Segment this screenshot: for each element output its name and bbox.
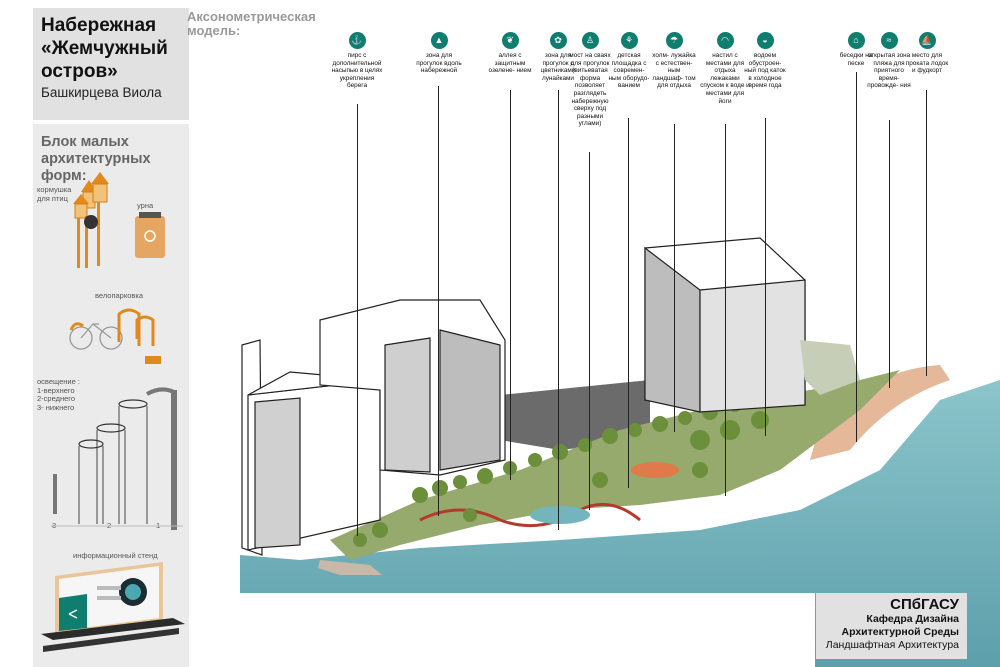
mountain-icon: ▲ xyxy=(430,32,448,49)
leader-line-pier xyxy=(357,104,358,536)
institution-name: СПбГАСУ xyxy=(890,596,959,613)
legend-item-hill: ☂ холм- лужайка с естествен- ным ландшаф… xyxy=(652,32,696,90)
walker-icon: ♙ xyxy=(581,32,599,49)
legend-text-promenade: зона для прогулок вдоль набережной xyxy=(416,52,462,75)
leader-line-deck xyxy=(725,124,726,496)
flower-icon: ✿ xyxy=(549,32,567,49)
boat-icon: ⛵ xyxy=(918,32,936,49)
department-line-2: Архитектурной Среды xyxy=(841,626,959,638)
umbrella-icon: ☂ xyxy=(665,32,683,49)
department-line-1: Кафедра Дизайна xyxy=(866,613,959,625)
playground xyxy=(631,462,679,478)
legend-text-playground: детская площадка с современ- ным оборудо… xyxy=(608,52,650,90)
legend-text-boats: место для проката лодок и фудкорт xyxy=(905,52,949,75)
legend-item-pond: ◒ водоем обустроен- ный под каток в холо… xyxy=(742,32,788,90)
legend-item-pier: ⚓ пирс с дополнительной насыпью в целях … xyxy=(330,32,384,90)
swing-icon: ⚘ xyxy=(620,32,638,49)
pond xyxy=(530,506,590,524)
skate-icon: ◒ xyxy=(756,32,774,49)
legend-item-playground: ⚘ детская площадка с современ- ным обору… xyxy=(608,32,650,90)
legend-text-bridge: мост на сваях для прогулок (витьеватая ф… xyxy=(569,52,611,128)
legend-item-bridge: ♙ мост на сваях для прогулок (витьеватая… xyxy=(566,32,614,128)
legend-item-promenade: ▲ зона для прогулок вдоль набережной xyxy=(412,32,466,75)
leader-line-alley xyxy=(510,90,511,480)
axonometric-model xyxy=(240,237,1000,667)
leader-line-playground xyxy=(628,118,629,488)
leader-line-hill xyxy=(674,124,675,432)
leader-line-gazebos xyxy=(856,72,857,442)
leader-line-promenade xyxy=(438,86,439,516)
legend-text-alley: аллея с защитным озелене- нием xyxy=(488,52,532,75)
institution-block: СПбГАСУ Кафедра Дизайна Архитектурной Ср… xyxy=(816,593,967,659)
gazebo-icon: ⌂ xyxy=(847,32,865,49)
waves-icon: ≈ xyxy=(880,32,898,49)
leader-line-flower-zone xyxy=(558,90,559,530)
leader-line-pond xyxy=(765,118,766,436)
legend-item-boats: ⛵ место для проката лодок и фудкорт xyxy=(904,32,950,75)
legend-text-hill: холм- лужайка с естествен- ным ландшаф- … xyxy=(652,52,696,90)
wifi-icon: ◠ xyxy=(716,32,734,49)
leader-line-boats xyxy=(926,90,927,376)
discipline: Ландшафтная Архитектура xyxy=(825,639,959,651)
poster: Набережная «Жемчужный остров» Башкирцева… xyxy=(0,0,1000,667)
legend-item-alley: ❦ аллея с защитным озелене- нием xyxy=(485,32,535,75)
leaf-icon: ❦ xyxy=(501,32,519,49)
leader-line-beach xyxy=(889,120,890,388)
legend-text-pond: водоем обустроен- ный под каток в холодн… xyxy=(744,52,786,90)
anchor-icon: ⚓ xyxy=(348,32,366,49)
leader-line-bridge xyxy=(589,152,590,510)
legend-text-pier: пирс с дополнительной насыпью в целях ук… xyxy=(331,52,383,90)
